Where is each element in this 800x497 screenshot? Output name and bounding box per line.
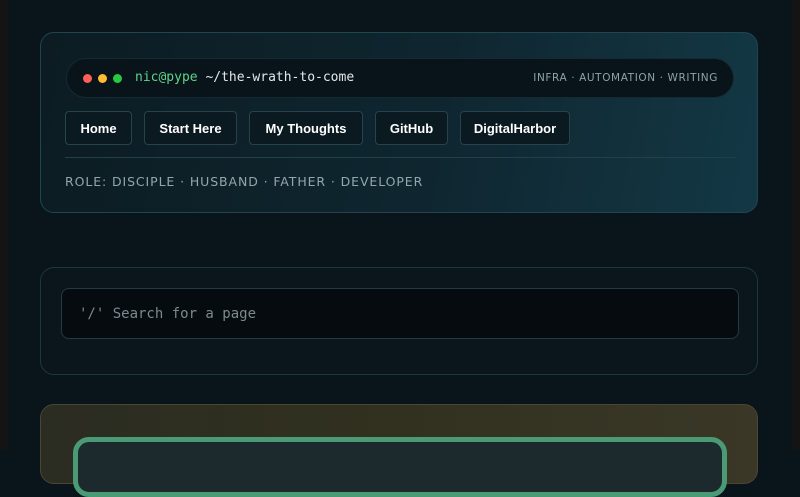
header-card: nic@pype ~/the-wrath-to-come INFRA · AUT… — [40, 32, 758, 213]
featured-card — [40, 404, 758, 497]
role-line: ROLE: DISCIPLE · HUSBAND · FATHER · DEVE… — [65, 174, 424, 189]
featured-frame — [73, 437, 727, 497]
nav-github-button[interactable]: GitHub — [375, 111, 448, 145]
nav-home-button[interactable]: Home — [65, 111, 132, 145]
search-card — [40, 267, 758, 375]
header-divider — [65, 157, 736, 158]
prompt-path: ~/the-wrath-to-come — [205, 70, 355, 85]
page-edge-left — [0, 0, 8, 450]
window-minimize-dot — [98, 74, 107, 83]
terminal-bar: nic@pype ~/the-wrath-to-come INFRA · AUT… — [66, 58, 734, 98]
nav-digitalharbor-button[interactable]: DigitalHarbor — [460, 111, 570, 145]
nav-start-here-button[interactable]: Start Here — [144, 111, 237, 145]
scrollbar-track[interactable] — [792, 0, 800, 450]
nav-my-thoughts-button[interactable]: My Thoughts — [249, 111, 363, 145]
terminal-prompt: nic@pype ~/the-wrath-to-come — [135, 70, 354, 85]
window-close-dot — [83, 74, 92, 83]
window-maximize-dot — [113, 74, 122, 83]
prompt-user-host: nic@pype — [135, 70, 198, 85]
search-input[interactable] — [62, 289, 738, 338]
search-box[interactable] — [61, 288, 739, 339]
site-tagline: INFRA · AUTOMATION · WRITING — [533, 72, 718, 84]
